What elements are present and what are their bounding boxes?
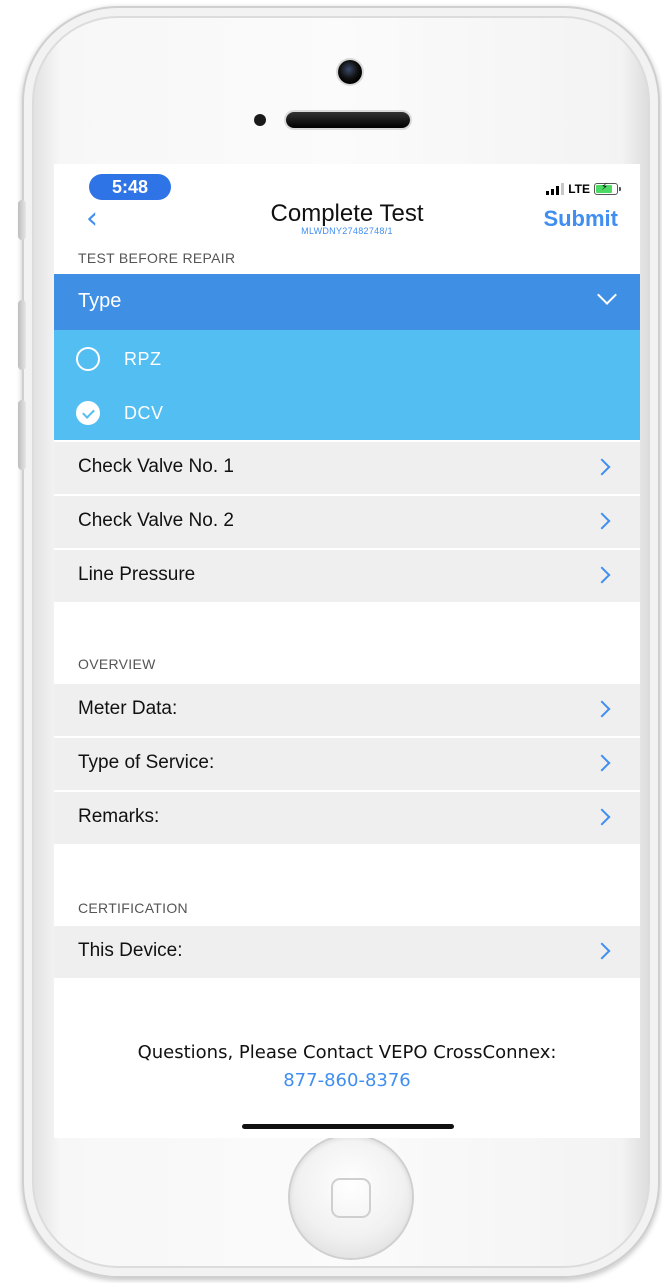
- contact-phone-link[interactable]: 877-860-8376: [54, 1070, 640, 1091]
- section-header-overview: OVERVIEW: [78, 656, 156, 672]
- row-label: Line Pressure: [78, 564, 196, 585]
- row-label: Remarks:: [78, 806, 160, 827]
- type-dropdown[interactable]: Type: [54, 274, 640, 330]
- option-dcv[interactable]: DCV: [76, 398, 164, 428]
- row-line-pressure[interactable]: Line Pressure: [54, 550, 640, 602]
- contact-question: Questions, Please Contact VEPO CrossConn…: [137, 1042, 557, 1063]
- home-indicator[interactable]: [242, 1124, 454, 1129]
- chevron-right-icon: [593, 942, 611, 960]
- row-label: Meter Data:: [78, 698, 178, 719]
- volume-up-button: [18, 300, 26, 370]
- option-label: RPZ: [124, 348, 162, 369]
- row-check-valve-1[interactable]: Check Valve No. 1: [54, 442, 640, 494]
- chevron-right-icon: [593, 700, 611, 718]
- row-check-valve-2[interactable]: Check Valve No. 2: [54, 496, 640, 548]
- type-label: Type: [78, 290, 122, 312]
- home-button-square-icon: [331, 1178, 371, 1218]
- chevron-right-icon: [593, 512, 611, 530]
- row-meter-data[interactable]: Meter Data:: [54, 684, 640, 736]
- app-screen: 5:48 LTE ⚡ ‹ Complete Test MLWDNY2748274…: [54, 164, 640, 1138]
- row-remarks[interactable]: Remarks:: [54, 792, 640, 844]
- chevron-down-icon: [597, 285, 617, 305]
- volume-down-button: [18, 400, 26, 470]
- option-rpz[interactable]: RPZ: [76, 344, 162, 374]
- earpiece-speaker: [286, 112, 410, 128]
- submit-button[interactable]: Submit: [543, 206, 618, 232]
- row-label: Check Valve No. 1: [78, 456, 234, 477]
- row-type-of-service[interactable]: Type of Service:: [54, 738, 640, 790]
- section-header-certification: CERTIFICATION: [78, 900, 188, 916]
- radio-unchecked-icon: [76, 347, 100, 371]
- chevron-right-icon: [593, 808, 611, 826]
- mute-switch: [18, 200, 26, 240]
- chevron-right-icon: [593, 566, 611, 584]
- front-camera: [338, 60, 362, 84]
- chevron-right-icon: [593, 458, 611, 476]
- type-options: RPZ DCV: [54, 330, 640, 440]
- chevron-right-icon: [593, 754, 611, 772]
- option-label: DCV: [124, 402, 164, 423]
- row-this-device[interactable]: This Device:: [54, 926, 640, 978]
- row-label: This Device:: [78, 940, 183, 961]
- section-header-test-before-repair: TEST BEFORE REPAIR: [78, 250, 236, 266]
- row-label: Type of Service:: [78, 752, 215, 773]
- navigation-bar: ‹ Complete Test MLWDNY27482748/1 Submit: [54, 164, 640, 250]
- row-label: Check Valve No. 2: [78, 510, 234, 531]
- radio-checked-icon: [76, 401, 100, 425]
- proximity-sensor: [254, 114, 266, 126]
